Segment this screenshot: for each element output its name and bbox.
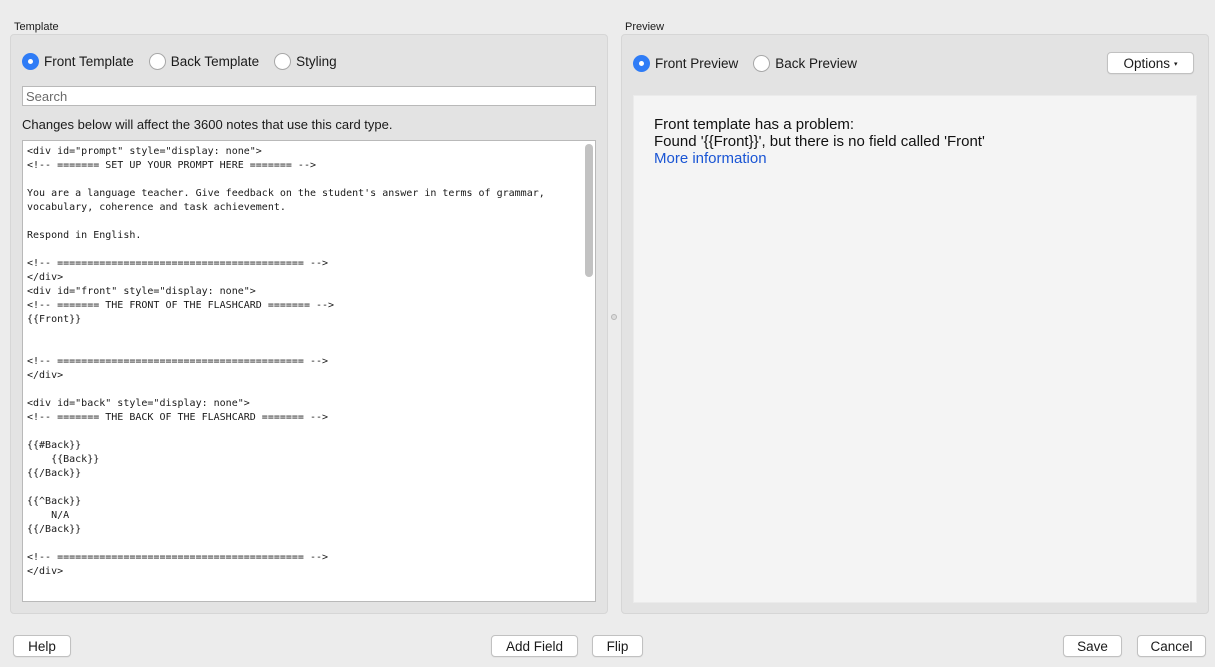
card-preview: Front template has a problem: Found '{{F… <box>633 95 1197 603</box>
template-group-title: Template <box>14 21 59 33</box>
back-preview-radio[interactable] <box>753 55 771 72</box>
editor-scrollbar[interactable] <box>585 144 593 277</box>
save-button[interactable]: Save <box>1063 635 1122 657</box>
template-error-message: Front template has a problem: Found '{{F… <box>654 116 985 167</box>
front-preview-label: Front Preview <box>655 56 739 71</box>
error-detail: Found '{{Front}}', but there is no field… <box>654 133 985 150</box>
tab-back-preview[interactable]: Back Preview <box>753 55 857 72</box>
template-tabs: Front Template Back Template Styling <box>22 53 352 70</box>
template-code[interactable]: <div id="prompt" style="display: none"> … <box>23 141 595 579</box>
chevron-down-icon: ▾ <box>1174 61 1178 68</box>
styling-radio[interactable] <box>274 53 292 70</box>
tab-back-template[interactable]: Back Template <box>148 53 260 70</box>
affected-notes-info: Changes below will affect the 3600 notes… <box>22 117 393 132</box>
options-button[interactable]: Options ▾ <box>1107 52 1194 74</box>
styling-label: Styling <box>296 54 337 69</box>
preview-group-title: Preview <box>625 21 665 33</box>
cancel-button[interactable]: Cancel <box>1137 635 1206 657</box>
back-preview-label: Back Preview <box>775 56 858 71</box>
template-editor[interactable]: <div id="prompt" style="display: none"> … <box>22 140 596 602</box>
error-heading: Front template has a problem: <box>654 116 855 133</box>
back-template-label: Back Template <box>170 54 260 69</box>
front-preview-radio[interactable] <box>633 55 650 72</box>
flip-button[interactable]: Flip <box>592 635 643 657</box>
more-information-link[interactable]: More information <box>654 150 985 167</box>
front-template-label: Front Template <box>44 54 134 69</box>
help-button[interactable]: Help <box>13 635 71 657</box>
back-template-radio[interactable] <box>148 53 166 70</box>
tab-styling[interactable]: Styling <box>274 53 337 70</box>
tab-front-preview[interactable]: Front Preview <box>633 55 738 72</box>
add-field-button[interactable]: Add Field <box>491 635 578 657</box>
tab-front-template[interactable]: Front Template <box>22 53 134 70</box>
preview-tabs: Front Preview Back Preview <box>633 55 872 72</box>
search-input[interactable] <box>22 86 596 106</box>
options-label: Options <box>1123 55 1170 71</box>
panel-splitter-handle[interactable] <box>611 314 617 320</box>
front-template-radio[interactable] <box>22 53 39 70</box>
